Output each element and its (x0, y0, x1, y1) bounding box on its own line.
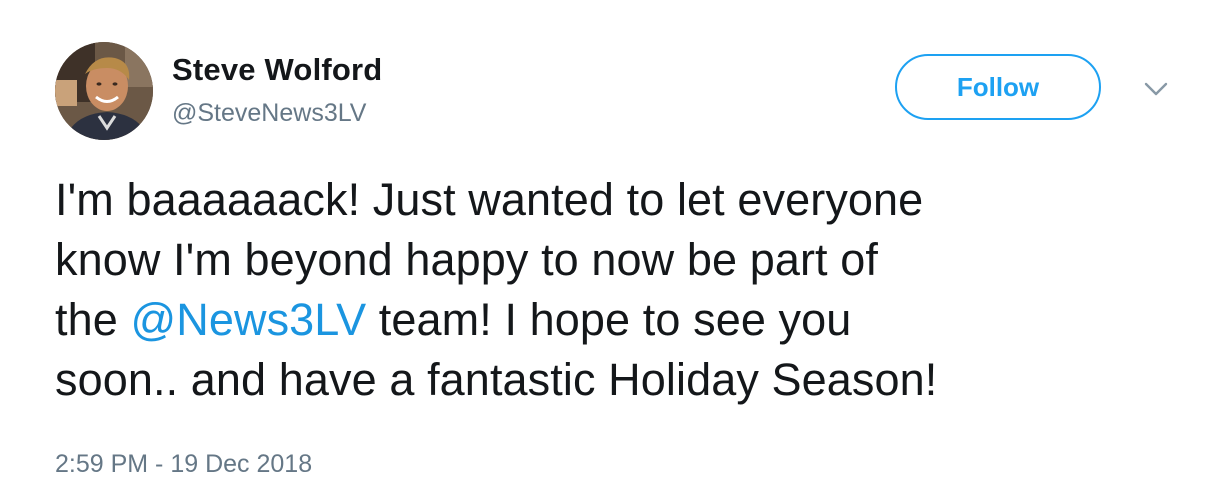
tweet-text-line: the @News3LV team! I hope to see you (55, 290, 1175, 350)
tweet-text: I'm baaaaaack! Just wanted to let everyo… (55, 170, 1175, 410)
follow-button[interactable]: Follow (895, 54, 1101, 120)
tweet-text-line: I'm baaaaaack! Just wanted to let everyo… (55, 174, 924, 225)
mention-link[interactable]: @News3LV (130, 294, 366, 345)
tweet-text-fragment: team! I hope to see you (366, 294, 852, 345)
tweet-card: Steve Wolford @SteveNews3LV Follow I'm b… (0, 0, 1222, 496)
tweet-text-fragment: the (55, 294, 131, 345)
chevron-down-icon[interactable] (1141, 78, 1171, 100)
avatar-photo (55, 42, 153, 140)
author-handle[interactable]: @SteveNews3LV (172, 99, 366, 128)
avatar[interactable] (55, 42, 153, 140)
tweet-text-line: soon.. and have a fantastic Holiday Seas… (55, 354, 938, 405)
tweet-text-line: know I'm beyond happy to now be part of (55, 234, 878, 285)
author-display-name[interactable]: Steve Wolford (172, 52, 382, 88)
tweet-timestamp[interactable]: 2:59 PM - 19 Dec 2018 (55, 450, 312, 479)
